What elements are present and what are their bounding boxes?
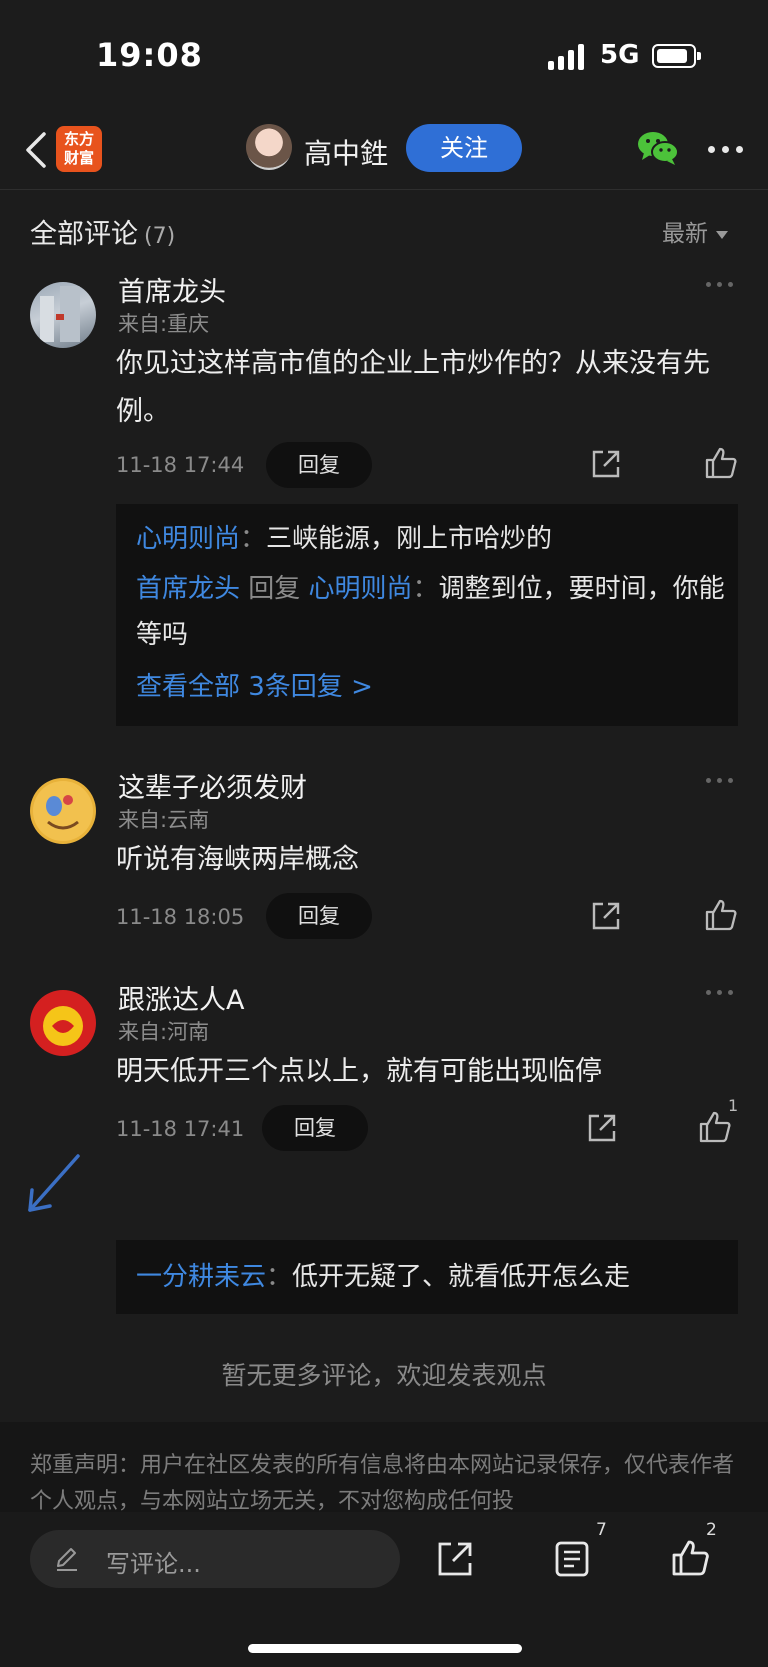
reply-line: 首席龙头 回复 心明则尚：调整到位，要时间，你能等吗 xyxy=(136,574,725,650)
comment-more-icon[interactable] xyxy=(706,282,736,288)
thumbs-up-icon[interactable] xyxy=(704,898,738,932)
back-button[interactable] xyxy=(18,128,58,172)
avatar-image xyxy=(40,286,80,342)
pencil-icon xyxy=(57,1548,77,1571)
username[interactable]: 首席龙头 xyxy=(118,270,226,309)
comment-time: 11-18 17:41 xyxy=(116,1117,245,1141)
comment-item: 这辈子必须发财 来自:云南 听说有海峡两岸概念 11-18 18:05 回复 xyxy=(0,766,768,966)
top-nav: 东方 财富 高中鉎 关注 xyxy=(0,110,768,190)
home-indicator xyxy=(248,1644,522,1653)
reply-line: 一分耕耒云：低开无疑了、就看低开怎么走 xyxy=(136,1262,631,1292)
avatar-image xyxy=(33,781,93,841)
chevron-left-icon xyxy=(26,132,46,168)
status-bar: 19:08 5G xyxy=(0,0,768,110)
like-count: 1 xyxy=(728,1096,739,1115)
avatar[interactable] xyxy=(30,778,96,844)
user-region: 来自:重庆 xyxy=(118,312,210,336)
avatar[interactable] xyxy=(30,282,96,348)
view-all-replies-link[interactable]: 查看全部 3条回复 > xyxy=(136,664,726,710)
battery-icon xyxy=(652,44,701,68)
disclaimer-text: 郑重声明：用户在社区发表的所有信息将由本网站记录保存，仅代表作者个人观点，与本网… xyxy=(30,1453,735,1512)
username[interactable]: 跟涨达人A xyxy=(118,978,244,1017)
all-comments-title: 全部评论 (7) xyxy=(30,219,176,250)
comment-count: (7) xyxy=(144,224,176,249)
share-icon[interactable] xyxy=(590,900,622,932)
author-avatar[interactable] xyxy=(246,124,292,170)
comment-more-icon[interactable] xyxy=(706,990,736,996)
comment-time: 11-18 17:44 xyxy=(116,453,245,477)
reply-username[interactable]: 一分耕耒云 xyxy=(136,1262,266,1292)
disclaimer: 郑重声明：用户在社区发表的所有信息将由本网站记录保存，仅代表作者个人观点，与本网… xyxy=(0,1422,768,1512)
username[interactable]: 这辈子必须发财 xyxy=(118,766,307,805)
comments-header: 全部评论 (7) 最新 xyxy=(0,190,768,270)
comment-text: 你见过这样高市值的企业上市炒作的？从来没有先例。 xyxy=(116,348,710,427)
user-region: 来自:云南 xyxy=(118,808,210,832)
comment-text: 明天低开三个点以上，就有可能出现临停 xyxy=(116,1056,602,1087)
avatar[interactable] xyxy=(30,990,96,1056)
comment-placeholder: 写评论... xyxy=(106,1550,201,1578)
reply-button[interactable]: 回复 xyxy=(266,893,372,939)
thumbs-up-icon[interactable] xyxy=(670,1538,710,1578)
comment-item: 跟涨达人A 来自:河南 明天低开三个点以上，就有可能出现临停 11-18 17:… xyxy=(0,978,768,1318)
more-icon[interactable] xyxy=(708,146,744,154)
reply-username[interactable]: 首席龙头 xyxy=(136,574,240,604)
share-icon[interactable] xyxy=(586,1112,618,1144)
comment-time: 11-18 18:05 xyxy=(116,905,245,929)
wechat-icon[interactable] xyxy=(636,128,680,168)
comment-input[interactable]: 写评论... xyxy=(30,1530,400,1588)
arrow-annotation-icon xyxy=(28,1154,80,1212)
comment-more-icon[interactable] xyxy=(706,778,736,784)
no-more-comments: 暂无更多评论，欢迎发表观点 xyxy=(221,1361,547,1390)
comment-total-count: 7 xyxy=(596,1520,607,1540)
avatar-image xyxy=(32,992,94,1054)
thumbs-up-icon[interactable] xyxy=(704,446,738,480)
follow-button[interactable]: 关注 xyxy=(406,124,522,172)
user-region: 来自:河南 xyxy=(118,1020,210,1044)
network-type: 5G xyxy=(600,40,640,70)
reply-button[interactable]: 回复 xyxy=(266,442,372,488)
app-logo[interactable]: 东方 财富 xyxy=(56,126,102,172)
author-name[interactable]: 高中鉎 xyxy=(304,132,388,172)
like-total-count: 2 xyxy=(706,1520,717,1540)
thumbs-up-icon[interactable] xyxy=(698,1110,732,1144)
status-time: 19:08 xyxy=(96,36,203,74)
reply-button[interactable]: 回复 xyxy=(262,1105,368,1151)
bottom-action-bar: 写评论... 7 2 xyxy=(0,1512,768,1667)
reply-thread: 心明则尚：三峡能源，刚上市哈炒的 首席龙头 回复 心明则尚：调整到位，要时间，你… xyxy=(116,504,738,726)
reply-line: 心明则尚：三峡能源，刚上市哈炒的 xyxy=(136,524,553,554)
reply-target-username[interactable]: 心明则尚 xyxy=(309,574,413,604)
comment-item: 首席龙头 来自:重庆 你见过这样高市值的企业上市炒作的？从来没有先例。 11-1… xyxy=(0,270,768,770)
sort-dropdown[interactable]: 最新 xyxy=(662,214,728,248)
share-icon[interactable] xyxy=(590,448,622,480)
reply-username[interactable]: 心明则尚 xyxy=(136,524,240,554)
comments-list-icon[interactable] xyxy=(554,1540,590,1578)
reply-thread: 一分耕耒云：低开无疑了、就看低开怎么走 xyxy=(116,1240,738,1314)
share-icon[interactable] xyxy=(436,1540,474,1578)
caret-down-icon xyxy=(716,230,728,239)
signal-icon xyxy=(548,44,586,70)
comment-text: 听说有海峡两岸概念 xyxy=(116,844,359,875)
